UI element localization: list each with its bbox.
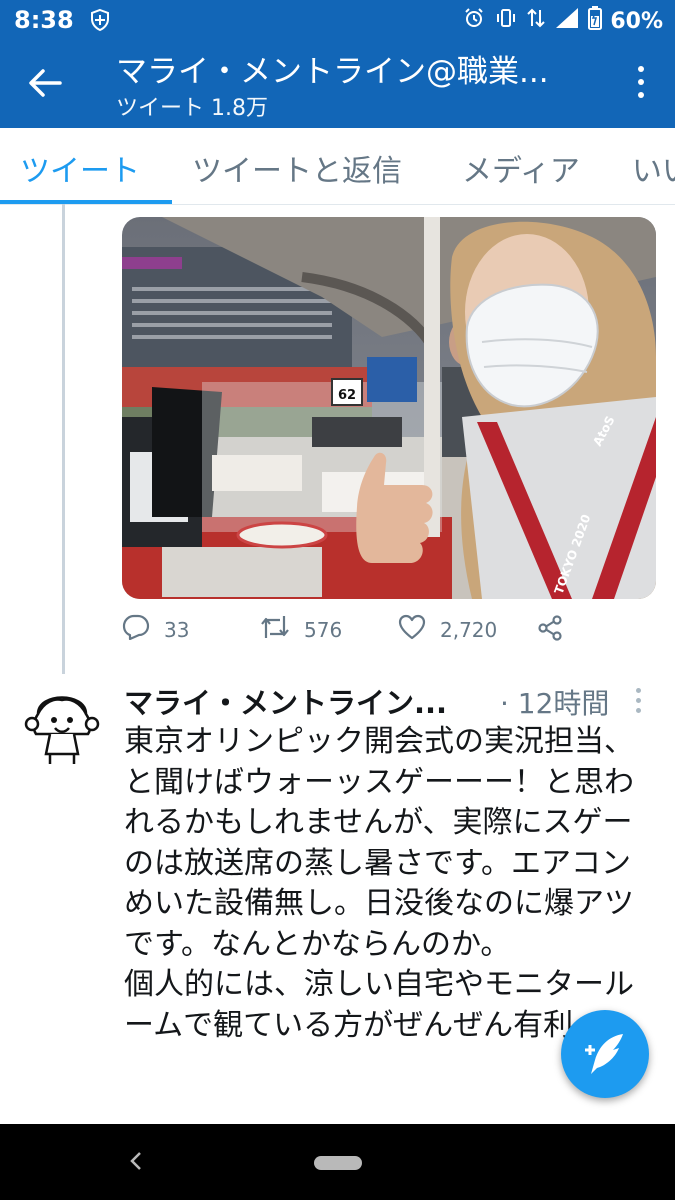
active-tab-indicator xyxy=(0,200,172,204)
desk-number-sign: 62 xyxy=(338,388,356,403)
vibrate-icon xyxy=(494,6,518,36)
tweet-actions: 33 576 2,720 xyxy=(122,610,656,650)
home-pill[interactable] xyxy=(314,1156,362,1170)
battery-percent: 60% xyxy=(610,8,663,34)
system-nav-bar xyxy=(0,1124,675,1200)
alarm-icon xyxy=(462,6,486,36)
data-arrows-icon xyxy=(526,6,546,36)
like-count: 2,720 xyxy=(440,617,498,642)
signal-icon xyxy=(554,6,580,36)
tweet-menu-icon[interactable] xyxy=(636,688,642,718)
arrow-left-icon[interactable] xyxy=(28,68,62,98)
tab-tweets-and-replies[interactable]: ツイートと返信 xyxy=(192,146,402,190)
reply-count: 33 xyxy=(164,617,190,642)
tab-media[interactable]: メディア xyxy=(462,146,580,190)
retweet-icon xyxy=(260,614,290,645)
avatar[interactable] xyxy=(24,684,100,768)
status-time: 8:38 xyxy=(14,6,74,34)
retweet-action[interactable]: 576 xyxy=(260,614,342,645)
status-bar: 8:38 60% xyxy=(0,0,675,40)
battery-icon xyxy=(588,6,603,36)
profile-title: マライ・メントライン@職業... xyxy=(116,54,549,90)
tweet-text[interactable]: 東京オリンピック開会式の実況担当、と聞けばウォーッスゲーーー！と思われるかもしれ… xyxy=(124,722,654,1046)
compose-feather-icon xyxy=(561,1034,649,1102)
heart-icon xyxy=(398,614,426,645)
nav-back-icon[interactable] xyxy=(128,1150,144,1176)
shield-icon xyxy=(88,8,112,36)
tab-likes[interactable]: いい xyxy=(632,146,675,190)
app-bar: マライ・メントライン@職業... ツイート 1.8万 xyxy=(0,40,675,128)
tweet-header: マライ・メントライン... · 12時間 xyxy=(124,680,654,720)
profile-tabs: ツイート ツイートと返信 メディア いい xyxy=(0,128,675,205)
share-icon xyxy=(536,614,564,647)
reply-action[interactable]: 33 xyxy=(122,614,189,645)
thread-line xyxy=(62,204,65,674)
retweet-count: 576 xyxy=(304,617,343,642)
more-vertical-icon[interactable] xyxy=(637,66,645,100)
reply-icon xyxy=(122,614,150,645)
share-action[interactable] xyxy=(536,614,564,647)
tweet-timestamp[interactable]: · 12時間 xyxy=(500,682,609,722)
tab-tweets[interactable]: ツイート xyxy=(20,146,140,190)
compose-tweet-button[interactable] xyxy=(561,1010,649,1098)
tweet-count: ツイート 1.8万 xyxy=(116,96,268,121)
author-name[interactable]: マライ・メントライン... xyxy=(124,680,447,722)
tweet-photo[interactable]: 62 AtoS TOKYO 2020 xyxy=(122,217,656,599)
like-action[interactable]: 2,720 xyxy=(398,614,497,645)
